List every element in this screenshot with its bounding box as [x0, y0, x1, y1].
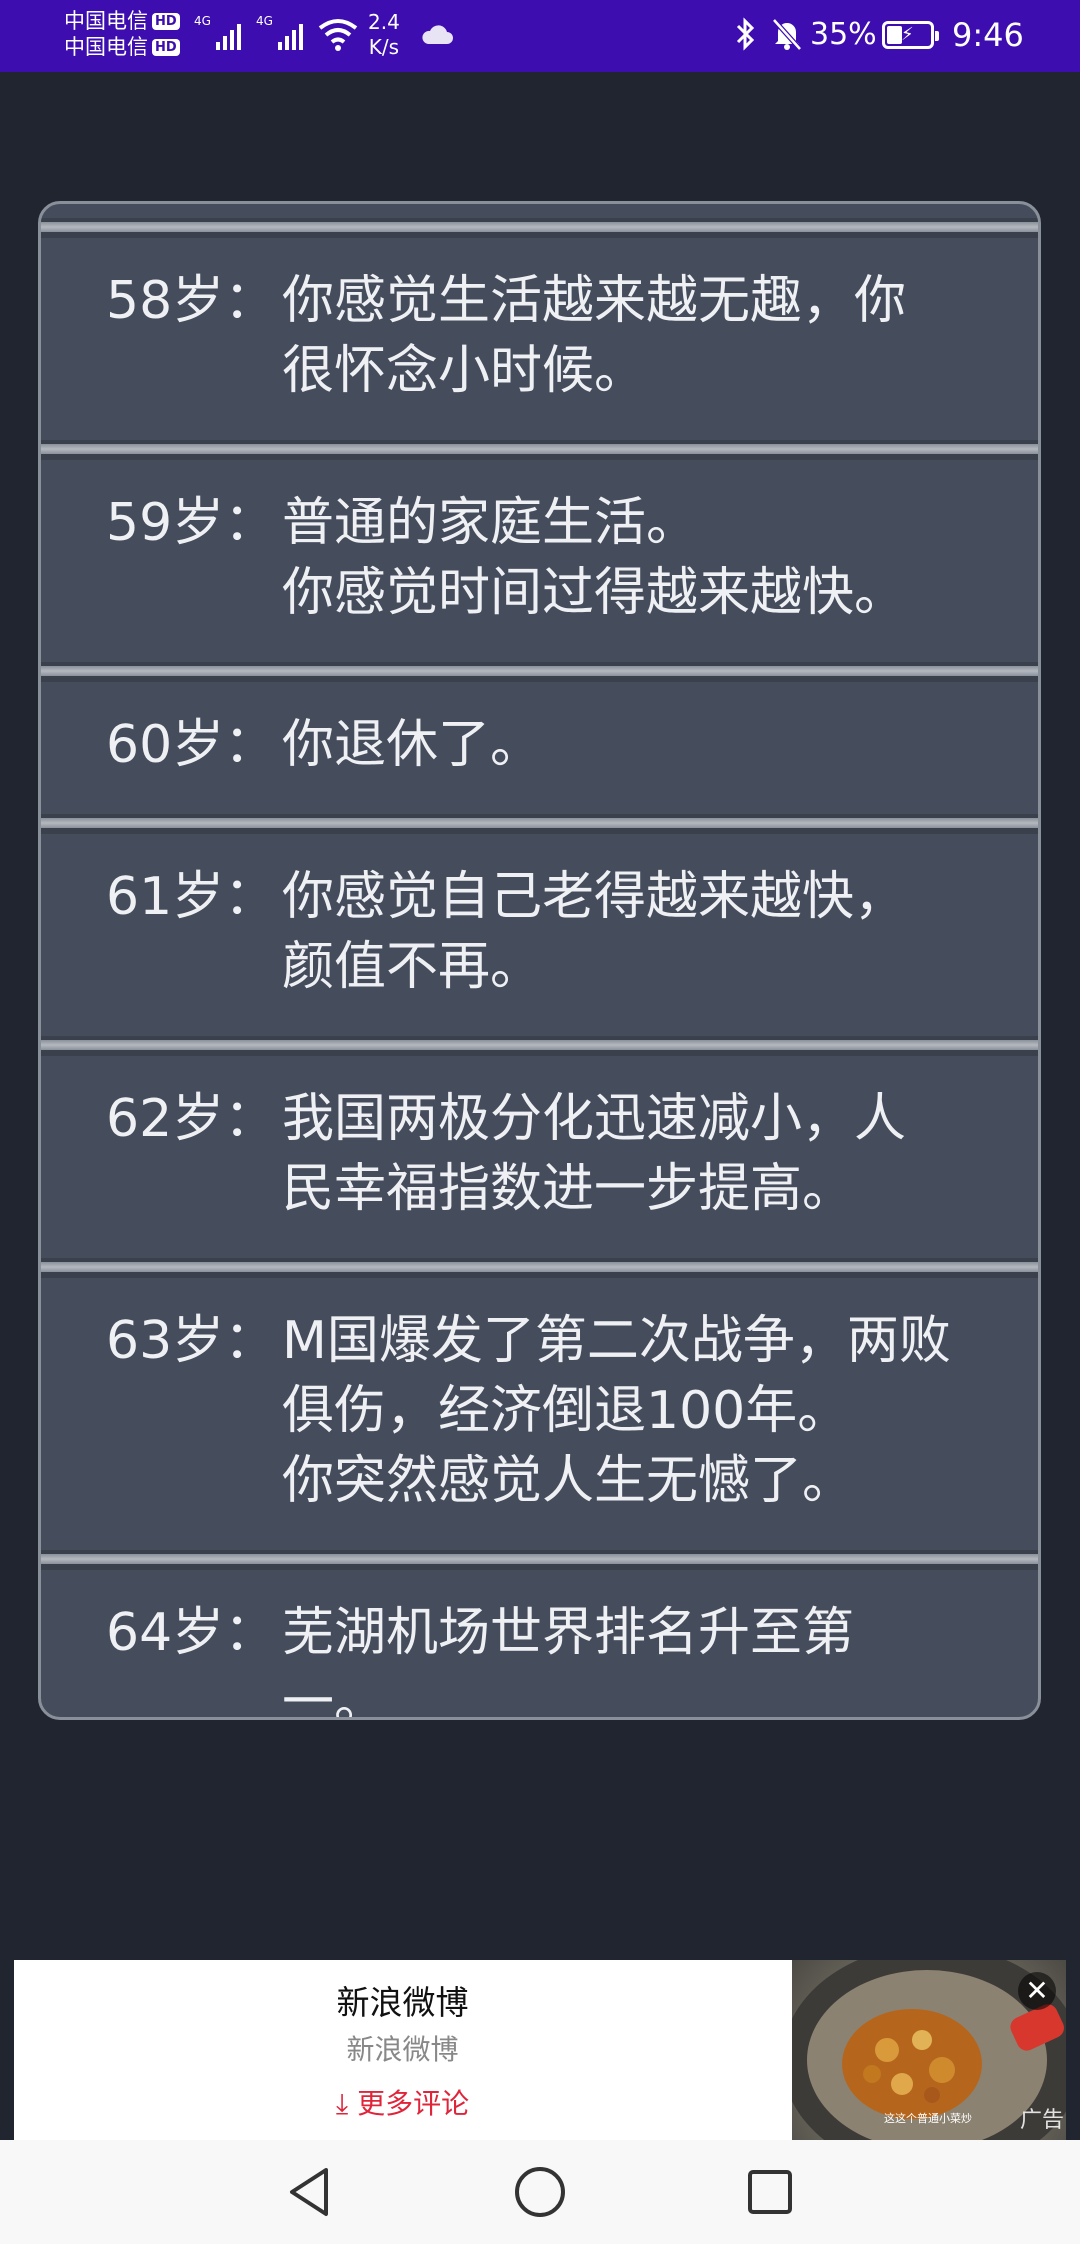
- download-arrow-icon: ⤓: [335, 2087, 349, 2120]
- cloud-icon: [422, 25, 453, 44]
- signal-icon-2: 4G: [256, 14, 303, 50]
- event-line: 民幸福指数进一步提高。: [282, 1159, 855, 1219]
- close-ad-button[interactable]: ✕: [1018, 1972, 1056, 2010]
- bluetooth-icon: [736, 17, 755, 51]
- event-line: 颜值不再。: [282, 937, 543, 997]
- event-line: 一。: [282, 1673, 387, 1720]
- network-speed: 2.4 K/s: [368, 10, 400, 60]
- event-line: 你退休了。: [282, 715, 543, 775]
- row-divider: [41, 1036, 1038, 1056]
- signal-icon-1: 4G: [194, 14, 241, 50]
- age-label: 63岁：: [106, 1311, 277, 1371]
- carrier-info: 中国电信 HD 中国电信 HD: [64, 8, 180, 60]
- event-line: 很怀念小时候。: [282, 341, 647, 401]
- home-icon[interactable]: [512, 2164, 568, 2220]
- ad-banner[interactable]: 新浪微博 新浪微博 ⤓ 更多评论 ✕ 这这个普通小菜炒 广告: [14, 1960, 1066, 2140]
- row-divider: [41, 662, 1038, 682]
- event-text: 芜湖机场世界排名升至第一。: [282, 1598, 1027, 1720]
- event-line: M国爆发了第二次战争，两败: [282, 1311, 951, 1371]
- network-type-1: 4G: [194, 14, 211, 28]
- life-event-row: 60岁： 你退休了。: [41, 682, 1038, 814]
- battery-percent: 35%: [810, 17, 877, 52]
- event-text: 你感觉自己老得越来越快， 颜值不再。: [282, 862, 1027, 1002]
- event-text: 你感觉生活越来越无趣，你 很怀念小时候。: [282, 266, 1027, 406]
- hd-badge-1: HD: [152, 12, 180, 30]
- event-text: M国爆发了第二次战争，两败 俱伤，经济倒退100年。 你突然感觉人生无憾了。: [282, 1306, 1027, 1516]
- charging-icon: ⚡: [901, 24, 914, 45]
- status-bar: 中国电信 HD 中国电信 HD 4G 4G 2.4 K/s 35% ⚡ 9:46: [0, 0, 1080, 72]
- age-label: 59岁：: [106, 493, 277, 553]
- ad-image[interactable]: ✕ 这这个普通小菜炒 广告: [792, 1960, 1066, 2140]
- ad-subtitle: 新浪微博: [346, 2033, 459, 2066]
- event-text: 我国两极分化迅速减小，人 民幸福指数进一步提高。: [282, 1084, 1027, 1224]
- carrier-1: 中国电信: [64, 9, 148, 33]
- row-divider: [41, 218, 1038, 238]
- row-divider: [41, 1550, 1038, 1570]
- life-event-row: 62岁： 我国两极分化迅速减小，人 民幸福指数进一步提高。: [41, 1056, 1038, 1258]
- event-line: 你感觉生活越来越无趣，你: [282, 271, 907, 331]
- age-label: 62岁：: [106, 1089, 277, 1149]
- network-type-2: 4G: [256, 14, 273, 28]
- ad-label: 广告: [1019, 2108, 1064, 2133]
- event-text: 普通的家庭生活。你感觉时间过得越来越快。: [282, 488, 1027, 628]
- speed-value: 2.4: [368, 10, 400, 34]
- life-event-row: 58岁： 你感觉生活越来越无趣，你 很怀念小时候。: [41, 238, 1038, 440]
- more-comments-label: 更多评论: [357, 2087, 470, 2120]
- event-line: 我国两极分化迅速减小，人: [282, 1089, 907, 1149]
- life-event-row: 57岁：你有孩子了。: [41, 204, 1038, 218]
- wifi-icon: [318, 19, 358, 51]
- navigation-bar: [0, 2140, 1080, 2244]
- speed-unit: K/s: [368, 35, 400, 59]
- carrier-2: 中国电信: [64, 35, 148, 59]
- event-text: 你退休了。: [282, 710, 1027, 780]
- ad-title[interactable]: 新浪微博: [14, 1976, 791, 2024]
- event-line: 普通的家庭生活。: [282, 493, 699, 553]
- row-divider: [41, 440, 1038, 460]
- life-event-row: 61岁： 你感觉自己老得越来越快， 颜值不再。: [41, 834, 1038, 1036]
- age-label: 58岁：: [106, 271, 277, 331]
- event-line: 芜湖机场世界排名升至第: [282, 1603, 855, 1663]
- ad-image-caption: 这这个普通小菜炒: [884, 2112, 972, 2125]
- life-event-row: 59岁： 普通的家庭生活。你感觉时间过得越来越快。: [41, 460, 1038, 662]
- life-event-row: 64岁： 芜湖机场世界排名升至第一。: [41, 1570, 1038, 1720]
- event-line: 俱伤，经济倒退100年。: [282, 1381, 850, 1441]
- age-label: 61岁：: [106, 867, 277, 927]
- life-events-card[interactable]: 57岁：你有孩子了。58岁：你感觉生活越来越无趣，你很怀念小时候。59岁：普通的…: [38, 201, 1041, 1720]
- life-event-row: 63岁： M国爆发了第二次战争，两败 俱伤，经济倒退100年。 你突然感觉人生无憾了。: [41, 1278, 1038, 1550]
- age-label: 64岁：: [106, 1603, 277, 1663]
- age-label: 60岁：: [106, 715, 277, 775]
- row-divider: [41, 1258, 1038, 1278]
- back-icon[interactable]: [282, 2164, 338, 2220]
- event-line: 你感觉时间过得越来越快。: [282, 563, 907, 623]
- mute-bell-icon: [772, 18, 802, 51]
- recents-icon[interactable]: [742, 2164, 798, 2220]
- battery-fill: [887, 26, 902, 44]
- hd-badge-2: HD: [152, 38, 180, 56]
- more-comments-link[interactable]: ⤓ 更多评论: [14, 2082, 791, 2122]
- event-line: 你感觉自己老得越来越快，: [282, 867, 907, 927]
- battery-icon: ⚡: [882, 21, 939, 49]
- clock: 9:46: [952, 16, 1024, 54]
- row-divider: [41, 814, 1038, 834]
- event-line: 你突然感觉人生无憾了。: [282, 1451, 855, 1511]
